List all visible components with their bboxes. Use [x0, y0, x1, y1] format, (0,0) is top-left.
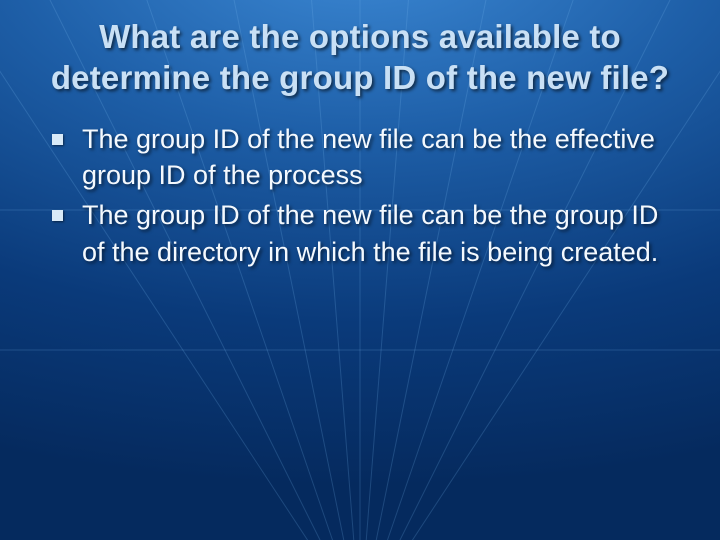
list-item: The group ID of the new file can be the …: [48, 197, 672, 270]
list-item: The group ID of the new file can be the …: [48, 121, 672, 194]
bullet-list: The group ID of the new file can be the …: [40, 121, 680, 271]
slide: What are the options available to determ…: [0, 0, 720, 540]
slide-title: What are the options available to determ…: [40, 16, 680, 99]
